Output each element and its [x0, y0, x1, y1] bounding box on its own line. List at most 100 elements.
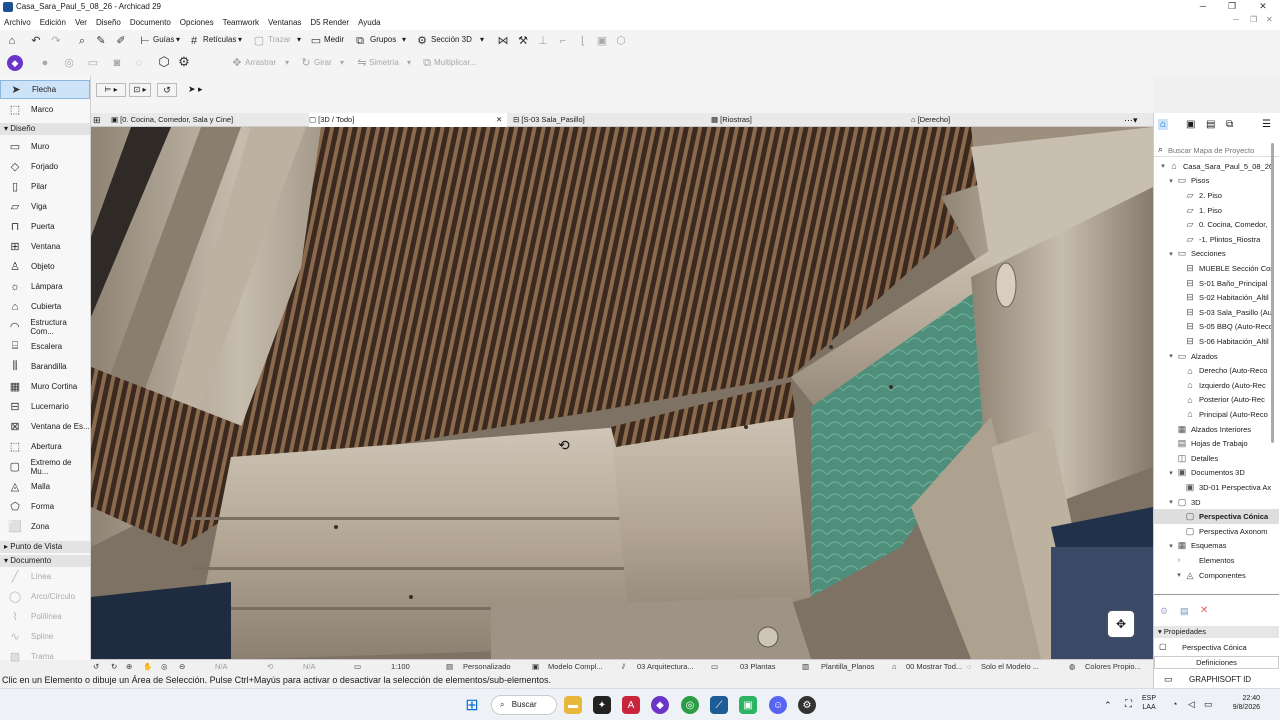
rotate-icon[interactable]: ↻ [299, 56, 313, 70]
grids-dropdown-icon[interactable]: ▾ [238, 35, 242, 44]
tool-marco[interactable]: ⬚ Marco [0, 100, 90, 119]
section-punto-de-vista[interactable]: ▸ Punto de Vista [0, 541, 90, 553]
layout-book-icon[interactable]: ▤ [1206, 119, 1215, 130]
tool-barandilla[interactable]: ⫼ Barandilla [0, 357, 90, 376]
tray-chevron-icon[interactable]: ⌃ [1104, 700, 1112, 711]
groups-icon[interactable]: ⧉ [353, 34, 367, 48]
doc-close-icon[interactable]: ✕ [1266, 15, 1273, 24]
navigator-item[interactable]: ⊟ S-06 Habitación_Altil [1154, 334, 1279, 349]
section-3d-label[interactable]: Sección 3D [431, 35, 472, 44]
guides-label[interactable]: Guías [153, 35, 174, 44]
section-documento[interactable]: ▾ Documento [0, 555, 90, 567]
expand-arrow-icon[interactable]: ▾ [1166, 469, 1176, 477]
drag-label[interactable]: Arrastrar [245, 58, 276, 67]
menu-ver[interactable]: Ver [75, 18, 87, 27]
windows-start-icon[interactable]: ⊞ [463, 696, 481, 714]
orbit-icon[interactable]: ◎ [161, 662, 168, 671]
menu-teamwork[interactable]: Teamwork [223, 18, 259, 27]
pen-set[interactable]: 03 Arquitectura... [637, 662, 694, 671]
navigator-item[interactable]: ▢ Perspectiva Cónica [1154, 509, 1279, 524]
tool-arco[interactable]: ◯ Arco/Círculo [0, 587, 90, 606]
navigator-item[interactable]: ▾ ◬ Componentes [1154, 568, 1279, 583]
render-icon[interactable]: ◎ [62, 56, 76, 70]
explode-icon[interactable]: ⋈ [496, 34, 510, 48]
grid-icon[interactable]: # [187, 34, 201, 48]
menu-diseno[interactable]: Diseño [96, 18, 121, 27]
measure-label[interactable]: Medir [324, 35, 344, 44]
file-explorer-icon[interactable]: ▬ [564, 696, 582, 714]
intersect-icon[interactable]: ▣ [595, 34, 609, 48]
connect-icon[interactable]: ⬡ [614, 34, 628, 48]
adjust-icon[interactable]: ⌊ [576, 34, 590, 48]
navigator-item[interactable]: ▾ ▭ Alzados [1154, 349, 1279, 364]
navigator-item[interactable]: ▾ ▢ 3D [1154, 495, 1279, 510]
undo-zoom-icon[interactable]: ↺ [93, 662, 99, 671]
navigator-item[interactable]: ◫ Detalles [1154, 451, 1279, 466]
menu-documento[interactable]: Documento [130, 18, 171, 27]
tool-lampara[interactable]: ☼ Lámpara [0, 277, 90, 296]
settings-gear-icon[interactable]: ⚙ [177, 55, 191, 69]
navigator-item[interactable]: ▱ -1. Plintos_Riostra [1154, 232, 1279, 247]
navigator-item[interactable]: ▱ 0. Cocina, Comedor, [1154, 217, 1279, 232]
navigator-item[interactable]: ▣ 3D-01 Perspectiva Ax [1154, 480, 1279, 495]
photo-icon[interactable]: ◙ [110, 56, 124, 70]
plugin-app-icon[interactable]: ◆ [651, 696, 669, 714]
undo-icon[interactable]: ↶ [29, 34, 43, 48]
tool-ventana[interactable]: ⊞ Ventana [0, 237, 90, 256]
tool-forma[interactable]: ⬠ Forma [0, 497, 90, 516]
tool-zona[interactable]: ⬜ Zona [0, 517, 90, 536]
menu-ayuda[interactable]: Ayuda [358, 18, 381, 27]
tool-forjado[interactable]: ◇ Forjado [0, 157, 90, 176]
tool-cubierta[interactable]: ⌂ Cubierta [0, 297, 90, 316]
expand-arrow-icon[interactable]: › [1174, 557, 1184, 564]
navigator-search[interactable]: ⌕ [1154, 143, 1279, 157]
app-icon[interactable]: ✦ [593, 696, 611, 714]
chrome-icon[interactable]: ◎ [681, 696, 699, 714]
solo-set[interactable]: Solo el Modelo ... [981, 662, 1039, 671]
chart-app-icon[interactable]: ⟋ [710, 696, 728, 714]
wifi-icon[interactable]: ◔ [1172, 699, 1177, 709]
expand-arrow-icon[interactable]: ▾ [1166, 542, 1176, 550]
tab-close-icon[interactable]: ✕ [496, 113, 502, 127]
expand-arrow-icon[interactable]: ▾ [1158, 162, 1168, 170]
drag-dropdown-icon[interactable]: ▾ [285, 58, 289, 67]
navigator-item[interactable]: ⌂ Principal (Auto-Reco [1154, 407, 1279, 422]
zoom-value[interactable]: N/A [215, 662, 228, 671]
tab-s03-sala[interactable]: ⊟ [S-03 Sala_Pasillo] [513, 113, 709, 127]
tool-ventana-esquina[interactable]: ⊠ Ventana de Es... [0, 417, 90, 436]
tray-app-icon[interactable]: ⛶ [1125, 699, 1132, 710]
measure-icon[interactable]: ▭ [309, 34, 323, 48]
navigator-search-input[interactable] [1168, 144, 1276, 156]
tab-riostras[interactable]: ▦ [Riostras] [711, 113, 907, 127]
tab-3d-todo[interactable]: ▢ [3D / Todo] ✕ [309, 113, 507, 127]
tool-puerta[interactable]: ⊓ Puerta [0, 217, 90, 236]
battery-icon[interactable]: ▭ [1204, 699, 1213, 710]
magic-wand-icon[interactable]: ⚒ [516, 34, 530, 48]
find-select-icon[interactable]: ⌕ [75, 34, 89, 48]
navigator-item[interactable]: ▾ ▦ Esquemas [1154, 539, 1279, 554]
mirror-dropdown-icon[interactable]: ▾ [407, 58, 411, 67]
pick-up-icon[interactable]: ✎ [94, 34, 108, 48]
trace-icon[interactable]: ▢ [252, 34, 266, 48]
home-icon[interactable]: ⌂ [5, 34, 19, 48]
section-3d-dropdown-icon[interactable]: ▾ [480, 35, 484, 44]
trace-label[interactable]: Trazar [268, 35, 291, 44]
project-map-icon[interactable]: ⌂ [1158, 119, 1169, 130]
fit-icon[interactable]: ✋ [143, 662, 152, 671]
section-diseno[interactable]: ▾ Diseño [0, 123, 90, 135]
section-3d-icon[interactable]: ⚙ [415, 34, 429, 48]
tool-lucernario[interactable]: ⊟ Lucernario [0, 397, 90, 416]
menu-ventanas[interactable]: Ventanas [268, 18, 301, 27]
inject-icon[interactable]: ✐ [114, 34, 128, 48]
tab-overview-icon[interactable]: ⊞ [93, 113, 107, 127]
navigator-item[interactable]: ⊟ S-02 Habitación_Altil [1154, 290, 1279, 305]
tab-derecho[interactable]: ⌂ [Derecho] [911, 113, 1107, 127]
trace-dropdown-icon[interactable]: ▾ [297, 35, 301, 44]
mirror-label[interactable]: Simetría [369, 58, 399, 67]
redo-zoom-icon[interactable]: ↻ [111, 662, 117, 671]
navigator-item[interactable]: › Elementos [1154, 553, 1279, 568]
navigator-item[interactable]: ▱ 2. Piso [1154, 188, 1279, 203]
trim-icon[interactable]: ⊥ [536, 34, 550, 48]
navigator-item[interactable]: ▾ ⌂ Casa_Sara_Paul_5_08_26 [1154, 159, 1279, 174]
selection-method-button[interactable]: ⊨ ▸ [96, 83, 126, 97]
